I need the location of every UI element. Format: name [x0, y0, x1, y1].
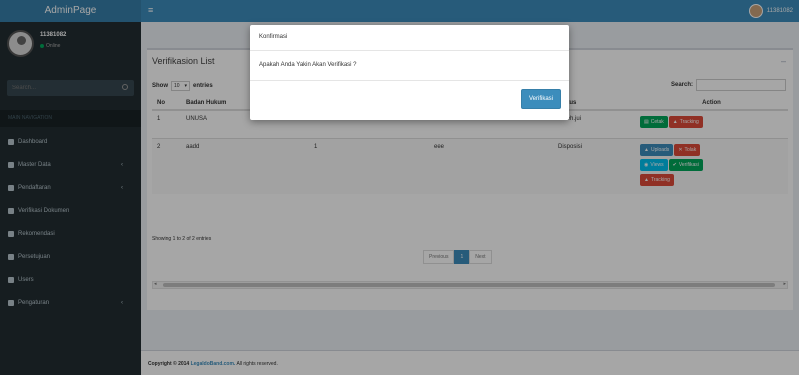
modal-title: Konfirmasi [259, 34, 288, 40]
modal-body: Apakah Anda Yakin Akan Verifikasi ? [250, 51, 569, 81]
modal-message: Apakah Anda Yakin Akan Verifikasi ? [259, 62, 357, 68]
verifikasi-confirm-button[interactable]: Verifikasi [520, 89, 561, 109]
modal-footer: Verifikasi [250, 81, 569, 119]
modal-header: Konfirmasi [250, 25, 569, 51]
confirm-modal: Konfirmasi Apakah Anda Yakin Akan Verifi… [250, 25, 569, 120]
